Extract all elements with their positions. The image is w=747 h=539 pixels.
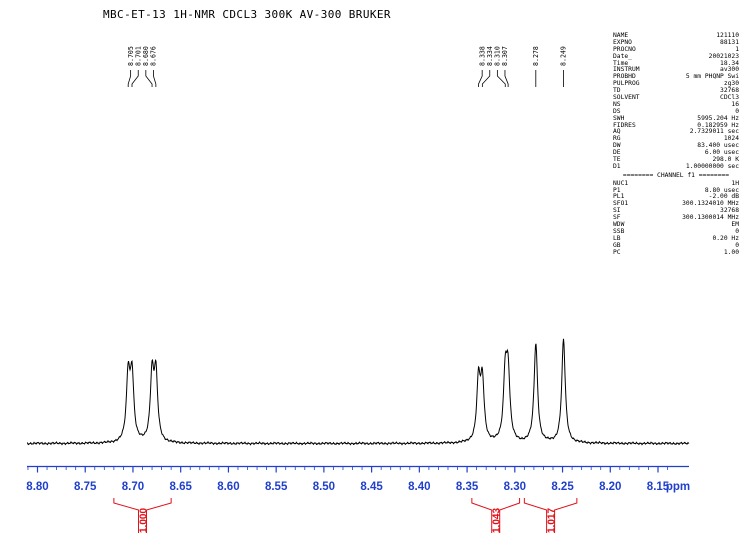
tick-label: 8.55 bbox=[265, 481, 288, 493]
x-axis-label: ppm bbox=[666, 481, 690, 493]
integral-bracket bbox=[523, 498, 548, 533]
integral-value: 1.017 bbox=[546, 508, 557, 533]
tick-label: 8.25 bbox=[551, 481, 574, 493]
tick-label: 8.50 bbox=[313, 481, 335, 493]
integral-value: 1.043 bbox=[492, 508, 503, 533]
integral-bracket bbox=[499, 498, 521, 533]
peak-label-connector bbox=[496, 70, 506, 87]
tick-label: 8.70 bbox=[122, 481, 144, 493]
integral-bracket bbox=[113, 498, 140, 533]
tick-label: 8.60 bbox=[217, 481, 239, 493]
integral-bracket bbox=[146, 498, 172, 533]
tick-label: 8.20 bbox=[599, 481, 621, 493]
tick-label: 8.45 bbox=[360, 481, 383, 493]
tick-label: 8.75 bbox=[74, 481, 97, 493]
tick-label: 8.35 bbox=[456, 481, 479, 493]
spectrum-line bbox=[26, 338, 690, 446]
peak-label: 8.676 bbox=[150, 46, 158, 66]
tick-label: 8.65 bbox=[169, 481, 192, 493]
spectrum-trace bbox=[26, 338, 690, 446]
integrals: 1.000 1.043 1.017 bbox=[113, 498, 578, 533]
peak-label: 8.307 bbox=[501, 46, 509, 66]
peak-label-connector bbox=[481, 70, 491, 87]
peak-label-connector bbox=[131, 70, 139, 87]
integral-bracket bbox=[471, 498, 493, 533]
integral-bracket bbox=[554, 498, 578, 533]
peak-label-connector bbox=[127, 70, 132, 87]
tick-label: 8.40 bbox=[408, 481, 430, 493]
peak-labels: 8.705 8.701 8.680 8.676 8.338 8.334 8.310 8.307… bbox=[127, 46, 568, 87]
nmr-spectrum-page: MBC-ET-13 1H-NMR CDCL3 300K AV-300 BRUKE… bbox=[0, 0, 747, 539]
spectrum-plot: 8.705 8.701 8.680 8.676 8.338 8.334 8.310 8.307… bbox=[26, 46, 690, 533]
peak-label-connector bbox=[153, 70, 157, 87]
peak-label: 8.249 bbox=[560, 46, 568, 66]
peak-label: 8.278 bbox=[532, 46, 540, 66]
integral-value: 1.000 bbox=[138, 508, 149, 533]
tick-label: 8.80 bbox=[26, 481, 48, 493]
ppm-axis: 8.80 8.75 8.70 8.65 8.60 8.55 8.50 8.45 8.40 8.35… bbox=[26, 465, 690, 493]
peak-label-connector bbox=[145, 70, 153, 87]
tick-label: 8.30 bbox=[504, 481, 526, 493]
peak-label-connector bbox=[478, 70, 483, 87]
